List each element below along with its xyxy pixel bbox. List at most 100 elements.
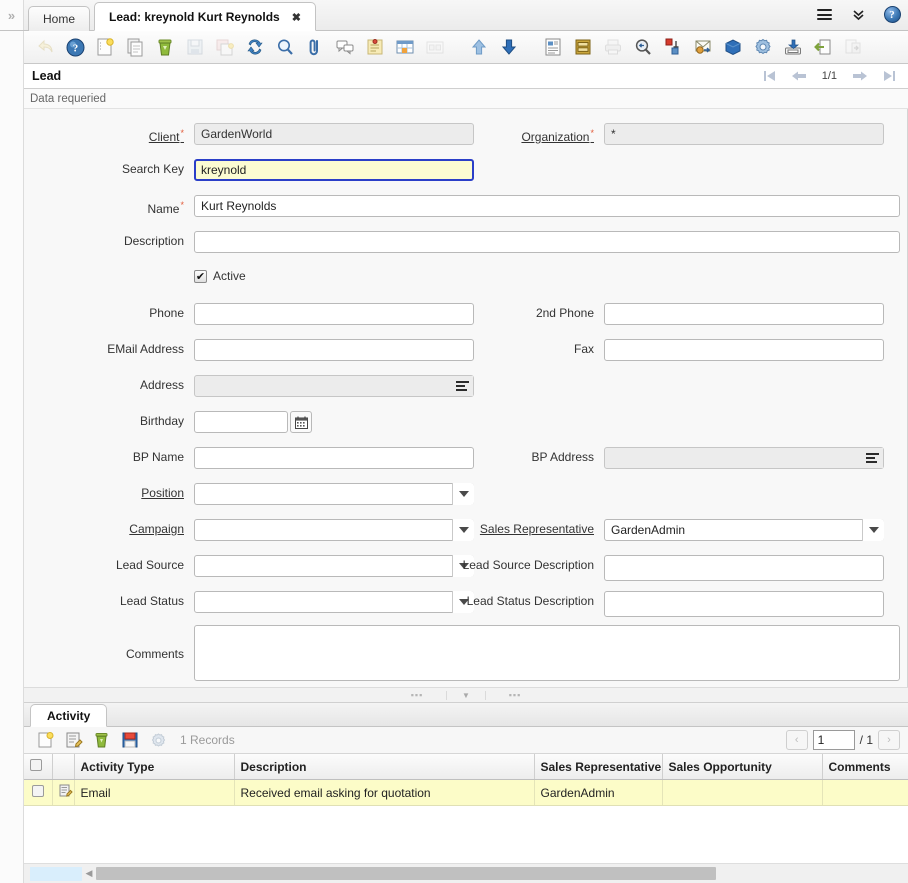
chat-button[interactable]: [330, 32, 360, 62]
exit-button[interactable]: [838, 32, 868, 62]
active-checkbox[interactable]: ✔: [194, 270, 207, 283]
bp-address-field[interactable]: [604, 447, 884, 469]
campaign-combo[interactable]: [194, 519, 474, 541]
horizontal-scrollbar[interactable]: ◀: [24, 863, 908, 883]
cell-comments[interactable]: [822, 780, 908, 806]
sales-representative-combo[interactable]: [604, 519, 884, 541]
campaign-input[interactable]: [194, 519, 474, 541]
birthday-input[interactable]: [194, 411, 288, 433]
chevron-down-icon[interactable]: [452, 483, 474, 505]
refresh-button[interactable]: [240, 32, 270, 62]
next-page-button[interactable]: ›: [878, 730, 900, 750]
previous-record-icon[interactable]: [792, 70, 806, 82]
select-all-header[interactable]: [24, 754, 52, 780]
client-field[interactable]: [194, 123, 474, 145]
splitter-collapse-icon[interactable]: ▼: [446, 691, 486, 700]
organization-label: Organization*: [444, 123, 594, 147]
row-edit-cell[interactable]: [52, 780, 74, 806]
process-button[interactable]: [748, 32, 778, 62]
table-row[interactable]: Email Received email asking for quotatio…: [24, 780, 908, 806]
phone2-input[interactable]: [604, 303, 884, 325]
import-button[interactable]: [808, 32, 838, 62]
undo-button[interactable]: [30, 32, 60, 62]
edit-activity-button[interactable]: [62, 728, 86, 752]
report-button[interactable]: [538, 32, 568, 62]
attachment-button[interactable]: [300, 32, 330, 62]
multi-form-button[interactable]: [420, 32, 450, 62]
position-combo[interactable]: [194, 483, 474, 505]
expand-sidebar-icon[interactable]: »: [0, 0, 24, 30]
save-button[interactable]: [180, 32, 210, 62]
sales-representative-input[interactable]: [604, 519, 884, 541]
phone-input[interactable]: [194, 303, 474, 325]
panel-splitter[interactable]: ▪▪▪ ▼ ▪▪▪: [24, 687, 908, 703]
organization-field[interactable]: [604, 123, 884, 145]
help-button[interactable]: ?: [60, 32, 90, 62]
scrollbar-thumb[interactable]: [96, 867, 716, 880]
request-button[interactable]: [688, 32, 718, 62]
column-header-sales-opportunity[interactable]: Sales Opportunity: [662, 754, 822, 780]
new-record-button[interactable]: [90, 32, 120, 62]
product-info-button[interactable]: [718, 32, 748, 62]
chevron-down-icon[interactable]: [862, 519, 884, 541]
page-number-input[interactable]: [813, 730, 855, 750]
name-input[interactable]: [194, 195, 900, 217]
tab-activity[interactable]: Activity: [30, 704, 107, 727]
archive-button[interactable]: [568, 32, 598, 62]
find-button[interactable]: [270, 32, 300, 62]
bp-name-input[interactable]: [194, 447, 474, 469]
tab-home[interactable]: Home: [28, 6, 90, 31]
cell-activity-type[interactable]: Email: [74, 780, 234, 806]
zoom-across-button[interactable]: [658, 32, 688, 62]
description-input[interactable]: [194, 231, 900, 253]
cell-sales-opportunity[interactable]: [662, 780, 822, 806]
delete-activity-button[interactable]: [90, 728, 114, 752]
scroll-left-icon[interactable]: ◀: [82, 868, 96, 879]
note-button[interactable]: [360, 32, 390, 62]
scrollbar-track[interactable]: [716, 867, 908, 880]
parent-record-button[interactable]: [464, 32, 494, 62]
new-activity-button[interactable]: [34, 728, 58, 752]
save-activity-button[interactable]: [118, 728, 142, 752]
print-preview-button[interactable]: [628, 32, 658, 62]
calendar-icon[interactable]: [290, 411, 312, 433]
field-row-description: Description: [24, 231, 900, 253]
previous-page-button[interactable]: ‹: [786, 730, 808, 750]
next-record-icon[interactable]: [853, 70, 867, 82]
chevron-double-down-icon[interactable]: [848, 5, 868, 25]
column-header-description[interactable]: Description: [234, 754, 534, 780]
export-button[interactable]: [778, 32, 808, 62]
column-header-activity-type[interactable]: Activity Type: [74, 754, 234, 780]
fax-input[interactable]: [604, 339, 884, 361]
first-record-icon[interactable]: [763, 70, 776, 82]
copy-record-button[interactable]: [120, 32, 150, 62]
address-lookup-icon[interactable]: [451, 376, 473, 396]
address-field[interactable]: [194, 375, 474, 397]
detail-record-button[interactable]: [494, 32, 524, 62]
select-all-checkbox[interactable]: [30, 759, 42, 771]
process-activity-button[interactable]: [146, 728, 170, 752]
lead-status-description-input[interactable]: [604, 591, 884, 617]
bp-address-lookup-icon[interactable]: [861, 448, 883, 468]
close-icon[interactable]: ✖: [292, 12, 301, 24]
column-header-sales-representative[interactable]: Sales Representative: [534, 754, 662, 780]
search-key-input[interactable]: [194, 159, 474, 181]
help-icon[interactable]: ?: [882, 5, 902, 25]
grid-toggle-button[interactable]: [390, 32, 420, 62]
lead-source-description-input[interactable]: [604, 555, 884, 581]
position-input[interactable]: [194, 483, 474, 505]
email-address-input[interactable]: [194, 339, 474, 361]
menu-icon[interactable]: [814, 5, 834, 25]
cell-description[interactable]: Received email asking for quotation: [234, 780, 534, 806]
edit-record-icon[interactable]: [59, 784, 73, 798]
comments-input[interactable]: [194, 625, 900, 681]
row-select-cell[interactable]: [24, 780, 52, 806]
save-create-button[interactable]: [210, 32, 240, 62]
row-checkbox[interactable]: [32, 785, 44, 797]
column-header-comments[interactable]: Comments: [822, 754, 908, 780]
print-button[interactable]: [598, 32, 628, 62]
tab-lead[interactable]: Lead: kreynold Kurt Reynolds✖: [94, 2, 316, 31]
last-record-icon[interactable]: [883, 70, 896, 82]
cell-sales-representative[interactable]: GardenAdmin: [534, 780, 662, 806]
delete-record-button[interactable]: [150, 32, 180, 62]
